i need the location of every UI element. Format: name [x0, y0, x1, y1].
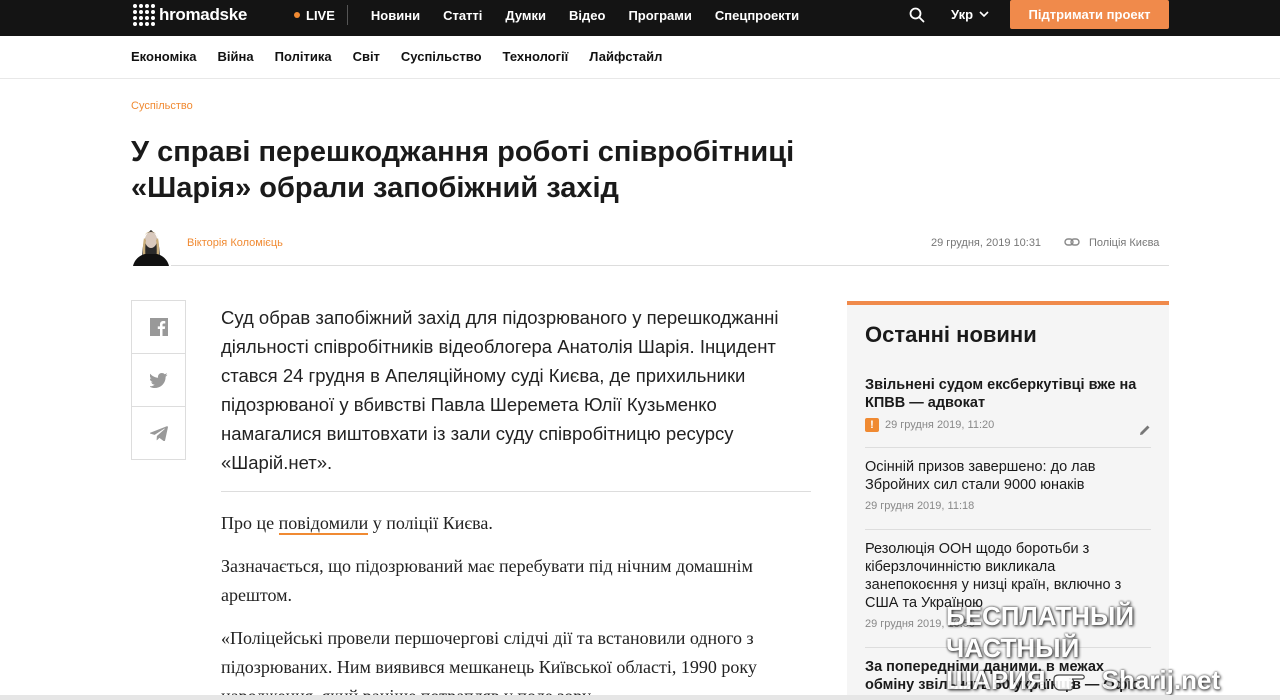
- nav-opinions[interactable]: Думки: [505, 8, 546, 23]
- source-link[interactable]: Поліція Києва: [1089, 237, 1159, 249]
- language-label: Укр: [951, 7, 974, 22]
- news-separator: [865, 529, 1151, 530]
- category-society[interactable]: Суспільство: [401, 49, 482, 64]
- news-item-title[interactable]: Осінній призов завершено: до лав Збройни…: [865, 458, 1151, 494]
- chevron-down-icon: [979, 11, 989, 18]
- article-paragraph-2: Зазначається, що підозрюваний має перебу…: [221, 556, 753, 605]
- hand-pointer-icon: [1053, 674, 1085, 691]
- category-lifestyle[interactable]: Лайфстайл: [589, 49, 662, 64]
- watermark: БЕСПЛАТНЫЙ ЧАСТНЫЙ ШАРИЯ Sharij.net: [946, 600, 1256, 696]
- category-politics[interactable]: Політика: [275, 49, 332, 64]
- nav-news[interactable]: Новини: [371, 8, 420, 23]
- news-item[interactable]: Звільнені судом ексберкутівці вже на КПВ…: [865, 376, 1151, 432]
- share-twitter-button[interactable]: [131, 353, 186, 407]
- news-item-date: 29 грудня 2019, 11:20: [885, 419, 995, 431]
- alert-icon: !: [865, 418, 879, 432]
- news-item[interactable]: Осінній призов завершено: до лав Збройни…: [865, 458, 1151, 512]
- link-icon: [1064, 238, 1080, 246]
- news-item-date: 29 грудня 2019, 11:18: [865, 500, 975, 512]
- author-row: Вікторія Коломієць 29 грудня, 2019 10:31…: [131, 222, 1169, 266]
- article-headline: У справі перешкоджання роботі співробітн…: [131, 136, 795, 204]
- hromadske-logo[interactable]: hromadske: [133, 0, 247, 30]
- category-economy[interactable]: Економіка: [131, 49, 197, 64]
- top-nav: LIVE Новини Статті Думки Відео Програми …: [294, 0, 799, 30]
- nav-articles[interactable]: Статті: [443, 8, 482, 23]
- top-bar: hromadske LIVE Новини Статті Думки Відео…: [0, 0, 1280, 36]
- author-name[interactable]: Вікторія Коломієць: [187, 237, 283, 249]
- body-divider: [221, 491, 811, 492]
- author-avatar[interactable]: [131, 222, 171, 266]
- twitter-icon: [149, 372, 167, 388]
- paragraph-1-text-start: Про це: [221, 513, 279, 533]
- live-link[interactable]: LIVE: [294, 5, 348, 25]
- share-buttons: [131, 300, 186, 460]
- logo-dots-icon: [133, 4, 155, 26]
- reported-link[interactable]: повідомили: [278, 513, 369, 535]
- watermark-line-1: БЕСПЛАТНЫЙ ЧАСТНЫЙ: [946, 601, 1135, 663]
- category-war[interactable]: Війна: [218, 49, 254, 64]
- language-selector[interactable]: Укр: [951, 7, 989, 22]
- live-dot-icon: [294, 12, 300, 18]
- watermark-line-2-start: ШАРИЯ: [946, 665, 1046, 695]
- facebook-icon: [149, 318, 168, 336]
- latest-news-title: Останні новини: [865, 322, 1037, 347]
- article-lead: Суд обрав запобіжний захід для підозрюва…: [221, 307, 779, 473]
- bottom-scroll-edge: [0, 695, 1280, 700]
- nav-programs[interactable]: Програми: [628, 8, 691, 23]
- category-nav: Економіка Війна Політика Світ Суспільств…: [0, 36, 1280, 79]
- news-separator: [865, 447, 1151, 448]
- watermark-line-2-end: Sharij.net: [1101, 665, 1221, 695]
- telegram-icon: [149, 425, 168, 441]
- article-paragraph-1: Про це повідомили у поліції Києва.: [221, 509, 811, 538]
- share-telegram-button[interactable]: [131, 406, 186, 460]
- share-facebook-button[interactable]: [131, 300, 186, 354]
- nav-video[interactable]: Відео: [569, 8, 605, 23]
- author-photo-icon: [131, 222, 171, 266]
- publication-date: 29 грудня, 2019 10:31: [931, 237, 1042, 249]
- news-item-title[interactable]: Звільнені судом ексберкутівці вже на КПВ…: [865, 376, 1151, 412]
- article-section-tag[interactable]: Суспільство: [131, 100, 193, 112]
- logo-text: hromadske: [159, 5, 248, 24]
- support-project-button[interactable]: Підтримати проект: [1010, 0, 1169, 29]
- search-icon: [909, 7, 925, 23]
- article-paragraph-3: «Поліцейські провели першочергові слідчі…: [221, 628, 757, 700]
- paragraph-1-text-end: у поліції Києва.: [368, 513, 493, 533]
- category-world[interactable]: Світ: [353, 49, 380, 64]
- pencil-icon: [1140, 425, 1150, 435]
- live-label: LIVE: [306, 7, 335, 23]
- category-technology[interactable]: Технології: [503, 49, 569, 64]
- search-button[interactable]: [908, 6, 926, 24]
- nav-special-projects[interactable]: Спецпроекти: [715, 8, 799, 23]
